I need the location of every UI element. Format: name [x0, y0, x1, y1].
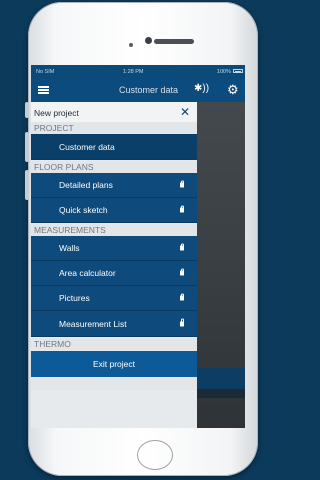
home-button[interactable]: [137, 440, 173, 470]
volume-down-button: [25, 170, 29, 200]
menu-item-detailed-plans[interactable]: Detailed plans: [31, 173, 197, 198]
volume-up-button: [25, 132, 29, 162]
section-measurements: MEASUREMENTS: [31, 224, 197, 236]
menu-item-measurement-list[interactable]: Measurement List: [31, 311, 197, 337]
side-drawer: New project ✕ PROJECT Customer data FLOO…: [31, 102, 197, 428]
section-floor-plans: FLOOR PLANS: [31, 161, 197, 173]
menu-item-pictures[interactable]: Pictures: [31, 286, 197, 311]
close-icon[interactable]: ✕: [180, 105, 190, 119]
exit-area: Exit project: [31, 351, 197, 390]
section-project: PROJECT: [31, 122, 197, 134]
status-bar: No SIM 1:28 PM 100%: [31, 65, 245, 78]
status-time: 1:28 PM: [123, 69, 144, 75]
lock-icon: [180, 180, 184, 188]
section-thermo: THERMO: [31, 338, 197, 350]
menu-item-customer-data[interactable]: Customer data: [31, 134, 197, 160]
lock-icon: [180, 205, 184, 213]
hamburger-menu-icon[interactable]: [38, 86, 49, 94]
menu-item-quick-sketch[interactable]: Quick sketch: [31, 198, 197, 223]
battery-icon: [233, 69, 243, 73]
menu-item-walls[interactable]: Walls: [31, 236, 197, 261]
lock-icon: [180, 318, 184, 326]
nav-title: Customer data: [119, 85, 179, 95]
sensor: [129, 43, 133, 47]
background-strip: [197, 368, 245, 389]
background-strip-dark: [197, 389, 245, 398]
lock-icon: [180, 268, 184, 276]
battery-percent: 100%: [216, 69, 231, 75]
bluetooth-icon[interactable]: ✱)): [194, 83, 209, 94]
carrier-text: No SIM: [36, 69, 55, 75]
app-navbar: Customer data ✱)) ⚙: [31, 78, 245, 102]
gear-icon[interactable]: ⚙: [227, 82, 239, 98]
app-screen: No SIM 1:28 PM 100% Customer data ✱)) ⚙ …: [31, 65, 245, 428]
drawer-title: New project: [34, 108, 79, 118]
lock-icon: [180, 243, 184, 251]
lock-icon: [180, 293, 184, 301]
earpiece-speaker: [154, 39, 194, 44]
exit-project-button[interactable]: Exit project: [31, 351, 197, 377]
mute-switch: [25, 102, 29, 118]
drawer-header: New project ✕: [31, 102, 197, 122]
front-camera: [145, 37, 152, 44]
menu-item-area-calculator[interactable]: Area calculator: [31, 261, 197, 286]
